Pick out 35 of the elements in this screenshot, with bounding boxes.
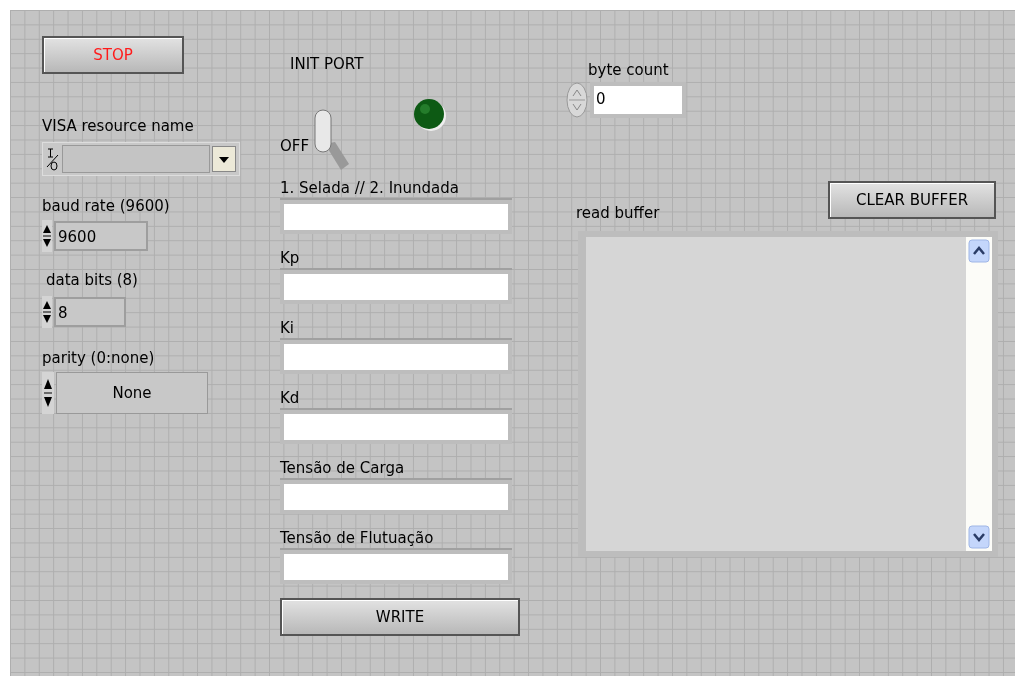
baud-rate-field[interactable]: 9600	[54, 221, 148, 251]
byte-count-label: byte count	[588, 60, 669, 80]
io-icon	[46, 146, 60, 172]
clear-buffer-button[interactable]: CLEAR BUFFER	[828, 181, 996, 219]
read-buffer-label: read buffer	[576, 203, 660, 223]
input-field[interactable]	[280, 478, 512, 514]
write-button[interactable]: WRITE	[280, 598, 520, 636]
input-label: Tensão de Carga	[280, 458, 405, 478]
input-label: Kp	[280, 248, 300, 268]
byte-count-field: 0	[590, 82, 686, 118]
switch-state-label: OFF	[280, 136, 310, 156]
increment-decrement-icon[interactable]	[42, 220, 52, 252]
parity-selector[interactable]: None	[56, 372, 208, 414]
input-label: Ki	[280, 318, 294, 338]
input-label: 1. Selada // 2. Inundada	[280, 178, 459, 198]
input-field[interactable]	[280, 408, 512, 444]
increment-decrement-icon	[566, 82, 588, 118]
scrollbar[interactable]	[966, 237, 992, 551]
input-label: Kd	[280, 388, 300, 408]
input-field[interactable]	[280, 548, 512, 584]
data-bits-field[interactable]: 8	[54, 297, 126, 327]
visa-resource-field[interactable]	[42, 142, 240, 176]
visa-label: VISA resource name	[42, 116, 194, 136]
input-label: Tensão de Flutuação	[280, 528, 434, 548]
scroll-up-icon[interactable]	[968, 239, 990, 263]
input-field[interactable]	[280, 198, 512, 234]
increment-decrement-icon[interactable]	[42, 372, 54, 414]
parity-label: parity (0:none)	[42, 348, 155, 368]
increment-decrement-icon[interactable]	[42, 296, 52, 328]
init-port-label: INIT PORT	[290, 54, 364, 74]
data-bits-label: data bits (8)	[46, 270, 138, 290]
input-field[interactable]	[280, 338, 512, 374]
input-field[interactable]	[280, 268, 512, 304]
scroll-down-icon[interactable]	[968, 525, 990, 549]
baud-rate-label: baud rate (9600)	[42, 196, 170, 216]
